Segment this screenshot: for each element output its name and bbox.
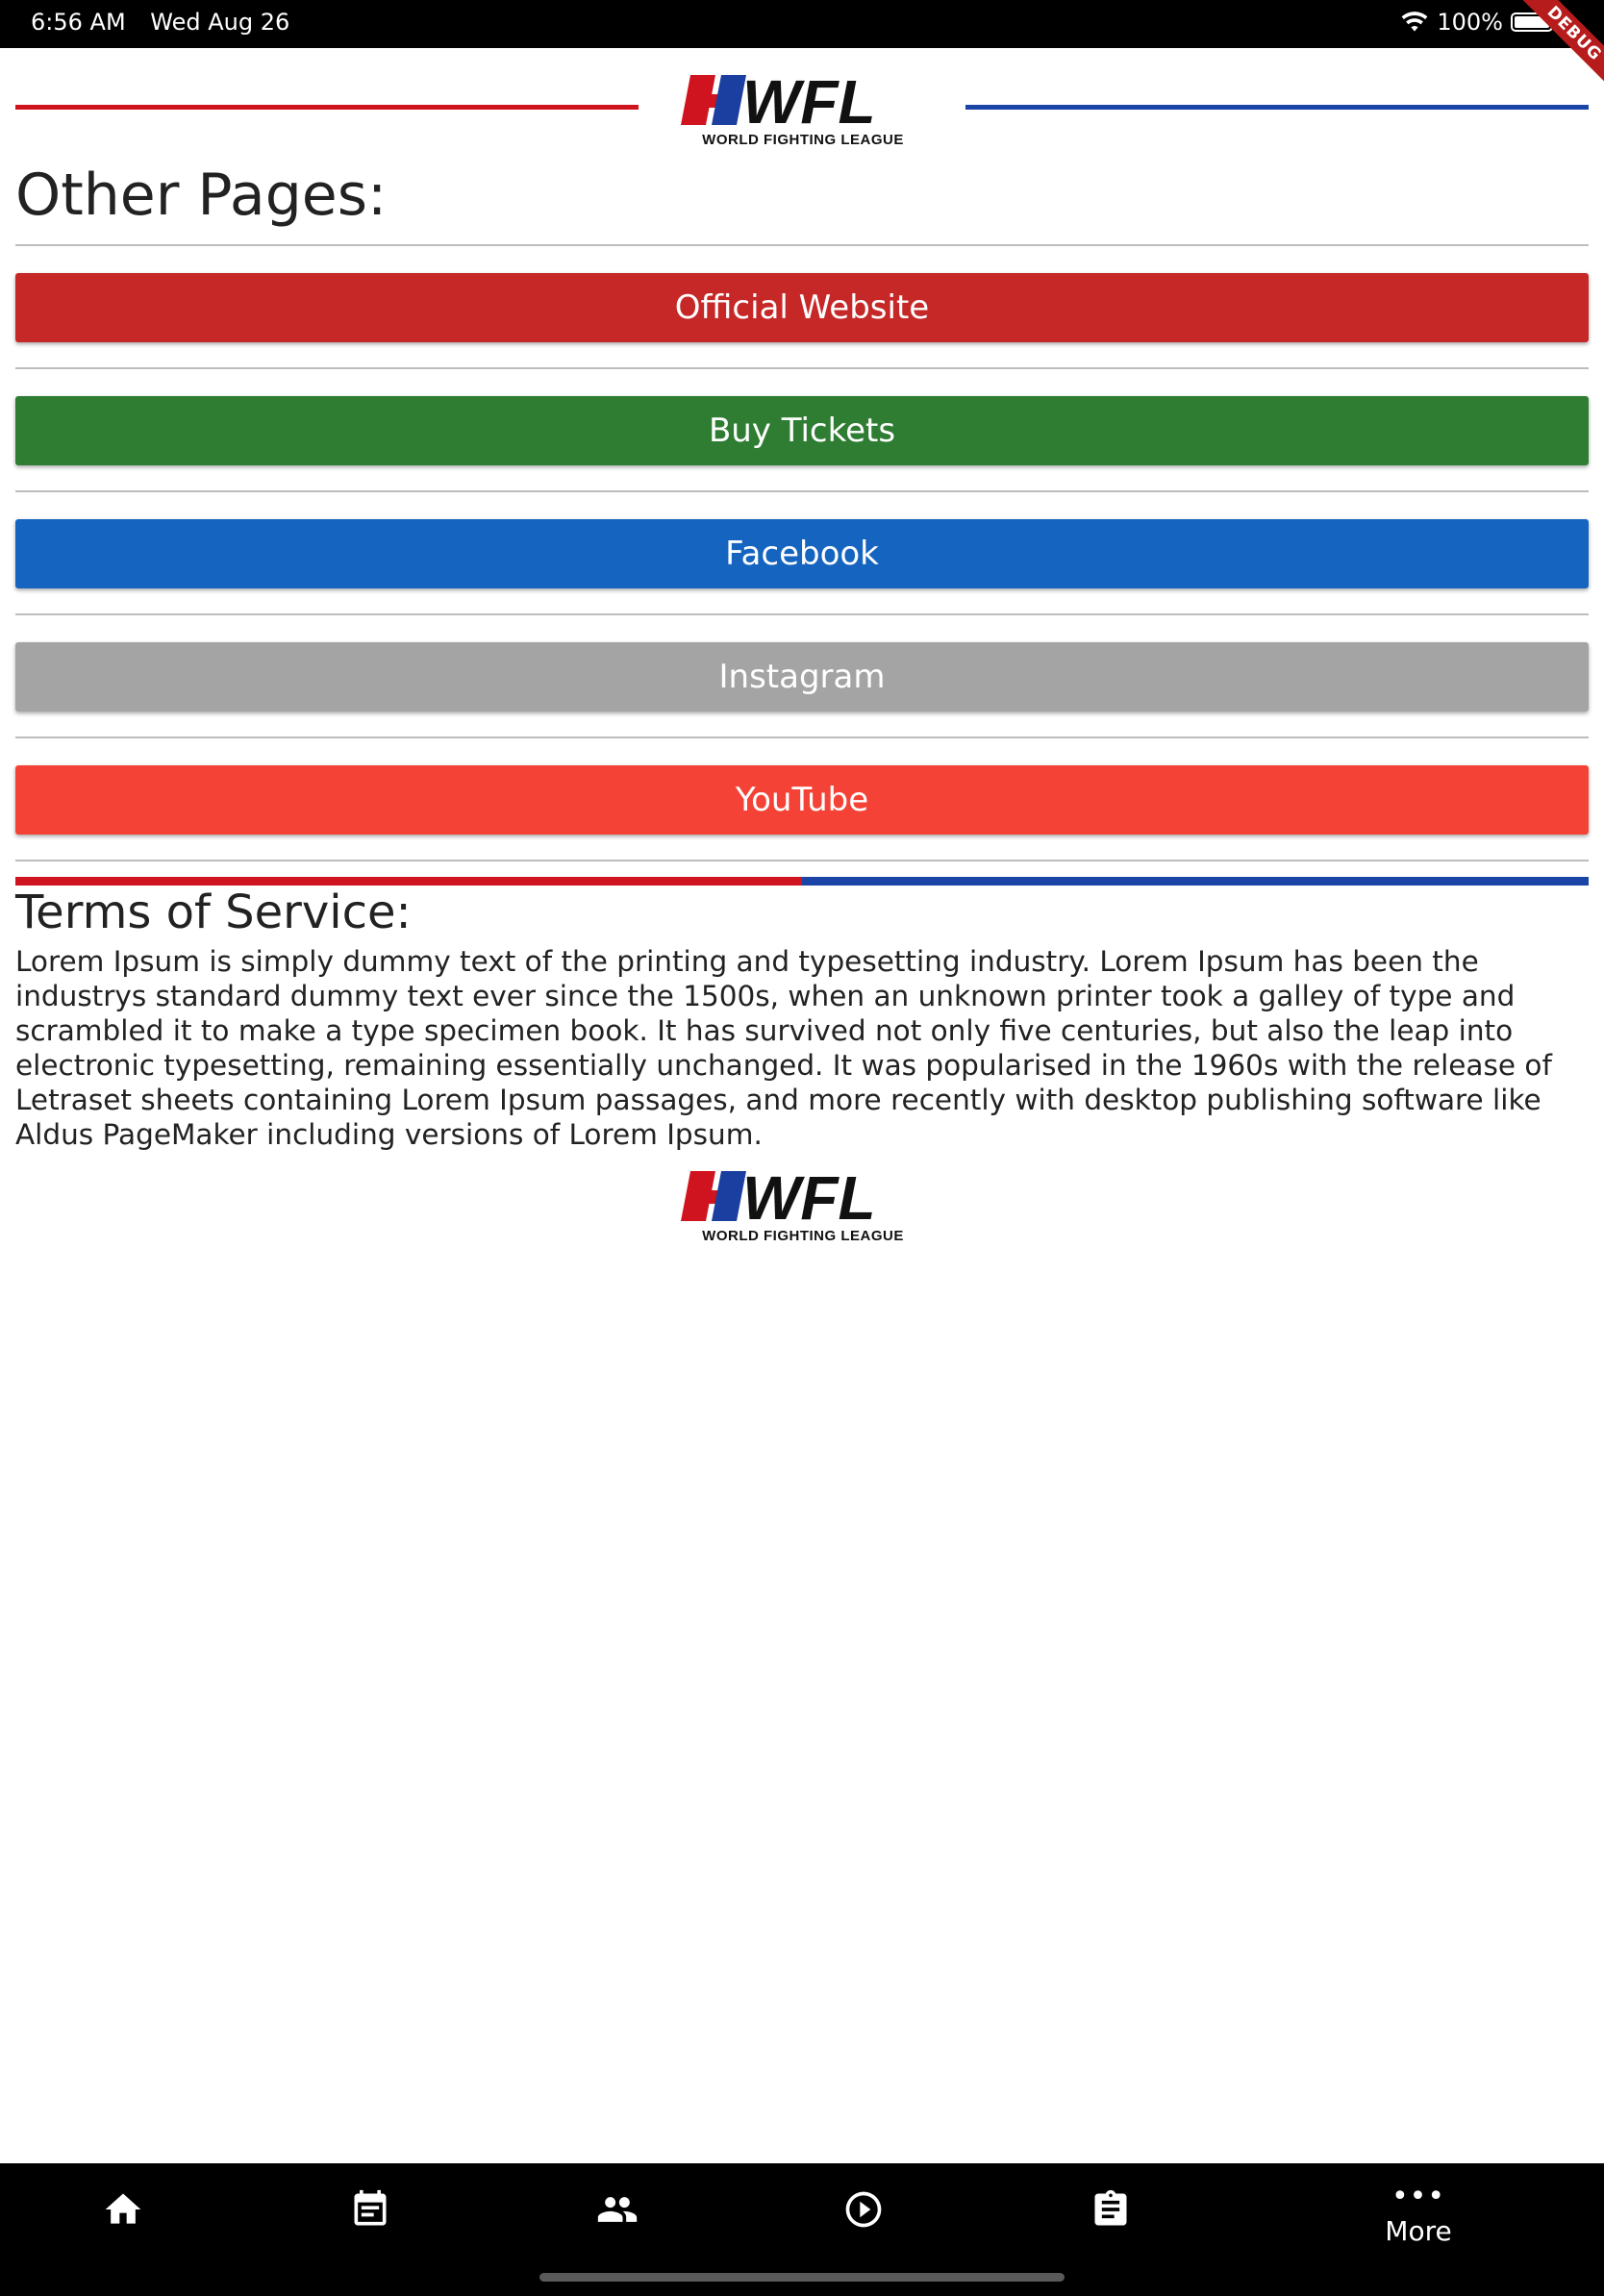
divider: [15, 490, 1589, 492]
more-dots-icon: •••: [1391, 2180, 1446, 2213]
divider: [15, 244, 1589, 246]
status-bar: 6:56 AM Wed Aug 26 100% DEBUG: [0, 0, 1604, 94]
wifi-icon: [1401, 12, 1428, 32]
nav-videos[interactable]: [806, 2183, 921, 2259]
terms-bar-red: [15, 877, 802, 886]
footer-logo-wordmark: WFL: [742, 1165, 876, 1233]
buy-tickets-button[interactable]: Buy Tickets: [15, 396, 1589, 465]
other-pages-title: Other Pages:: [15, 162, 388, 229]
header-line-red: [15, 105, 639, 110]
people-icon: [597, 2197, 638, 2222]
youtube-button[interactable]: YouTube: [15, 765, 1589, 835]
divider: [15, 613, 1589, 615]
divider: [15, 367, 1589, 369]
terms-title: Terms of Service:: [15, 886, 412, 939]
divider: [15, 860, 1589, 861]
header-line-blue: [965, 105, 1589, 110]
logo-subtitle: WORLD FIGHTING LEAGUE: [702, 132, 904, 148]
nav-more-label: More: [1385, 2215, 1452, 2247]
footer-logo-subtitle: WORLD FIGHTING LEAGUE: [702, 1228, 904, 1244]
calendar-icon: [354, 2189, 387, 2226]
nav-results[interactable]: [1053, 2183, 1168, 2259]
terms-body: Lorem Ipsum is simply dummy text of the …: [15, 945, 1552, 1151]
logo-wordmark: WFL: [742, 69, 876, 137]
clipboard-icon: [1094, 2189, 1127, 2226]
status-date: Wed Aug 26: [150, 9, 290, 36]
home-icon: [105, 2193, 141, 2224]
nav-events[interactable]: [313, 2183, 428, 2259]
home-indicator[interactable]: [539, 2273, 1065, 2282]
instagram-button[interactable]: Instagram: [15, 642, 1589, 711]
battery-percent: 100%: [1437, 9, 1503, 36]
official-website-button[interactable]: Official Website: [15, 273, 1589, 342]
facebook-button[interactable]: Facebook: [15, 519, 1589, 588]
terms-bar-blue: [802, 877, 1589, 886]
wfl-logo: WFL WORLD FIGHTING LEAGUE: [673, 69, 933, 148]
footer-logo: WFL WORLD FIGHTING LEAGUE: [673, 1165, 933, 1244]
nav-home[interactable]: [65, 2183, 181, 2259]
nav-more[interactable]: ••• More: [1361, 2183, 1476, 2259]
status-left: 6:56 AM Wed Aug 26: [31, 9, 307, 36]
status-time: 6:56 AM: [31, 9, 126, 36]
play-circle-icon: [845, 2191, 882, 2228]
divider: [15, 736, 1589, 738]
nav-fighters[interactable]: [560, 2183, 675, 2259]
